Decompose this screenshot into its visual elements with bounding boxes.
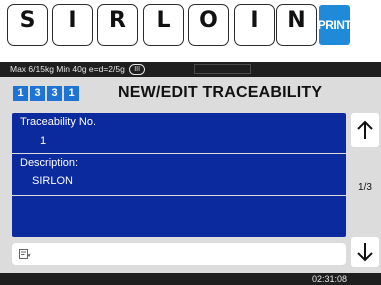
scroll-up-button[interactable] [351, 113, 379, 147]
mode-digit: 3 [30, 86, 45, 101]
traceability-no-row[interactable]: Traceability No. 1 [12, 113, 346, 153]
status-indicator-box [194, 64, 251, 74]
key-n[interactable]: N [276, 4, 317, 46]
traceability-no-label: Traceability No. [20, 116, 97, 128]
mode-digit: 1 [13, 86, 28, 101]
empty-row[interactable] [12, 195, 346, 237]
key-i[interactable]: I [52, 4, 93, 46]
scroll-down-button[interactable] [351, 237, 379, 267]
page-title: NEW/EDIT TRACEABILITY [118, 84, 323, 101]
key-l[interactable]: L [143, 4, 184, 46]
description-value: SIRLON [32, 175, 73, 187]
mode-code: 1 3 3 1 [13, 86, 79, 101]
mode-digit: 3 [47, 86, 62, 101]
key-i-2[interactable]: I [234, 4, 275, 46]
page-indicator: 1/3 [358, 182, 372, 193]
status-bar: Max 6/15kg Min 40g e=d=2/5g III [0, 62, 381, 77]
edit-icon [19, 249, 31, 259]
print-button[interactable]: PRINT [318, 5, 352, 45]
arrow-down-icon [357, 243, 373, 262]
key-s[interactable]: S [7, 4, 48, 46]
text-input[interactable] [12, 243, 346, 265]
description-label: Description: [20, 157, 79, 169]
arrow-up-icon [357, 120, 373, 139]
traceability-no-value: 1 [40, 135, 47, 147]
main-area: 1 3 3 1 NEW/EDIT TRACEABILITY Traceabili… [0, 77, 381, 273]
mode-digit: 1 [64, 86, 79, 101]
character-key-row: S I R L O I N PRINT [0, 0, 381, 58]
key-r[interactable]: R [97, 4, 138, 46]
clock: 02:31:08 [311, 274, 347, 284]
description-row[interactable]: Description: SIRLON [12, 153, 346, 195]
scale-spec: Max 6/15kg Min 40g e=d=2/5g III [10, 62, 146, 77]
capacity-text: Max 6/15kg Min 40g e=d=2/5g [10, 64, 125, 74]
scale-screen: S I R L O I N PRINT Max 6/15kg Min 40g e… [0, 0, 381, 285]
accuracy-class-badge: III [129, 64, 146, 75]
bottom-status-bar: 02:31:08 [0, 273, 381, 285]
form-panel: Traceability No. 1 Description: SIRLON [12, 113, 346, 237]
key-o[interactable]: O [188, 4, 229, 46]
